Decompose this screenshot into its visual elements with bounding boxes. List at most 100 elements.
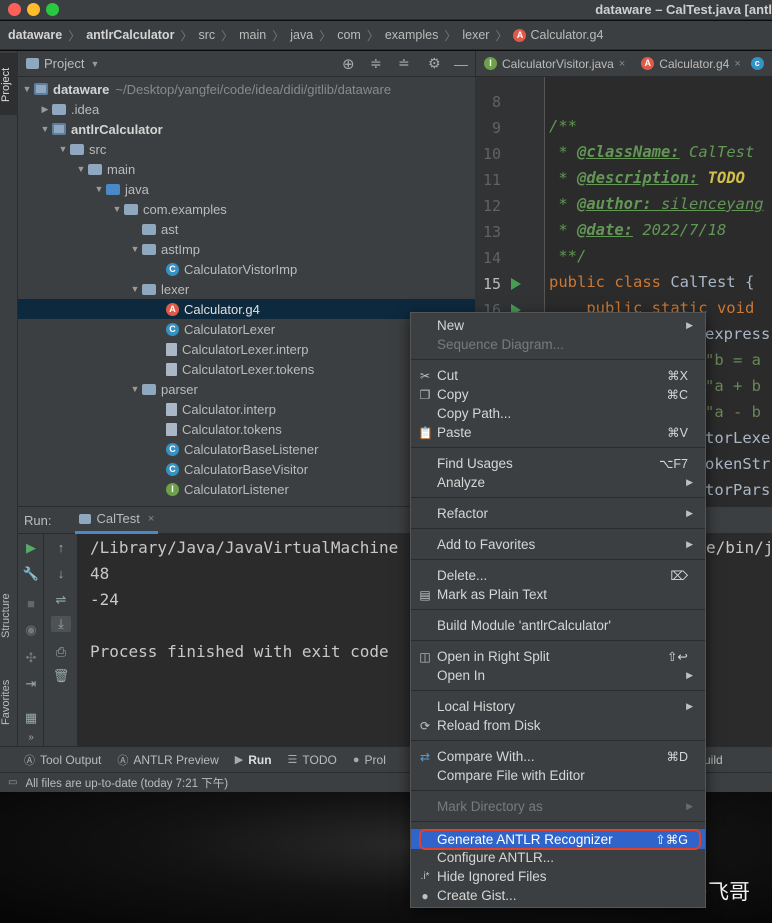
print-icon[interactable]: ⎙ [48,644,74,660]
stop-icon[interactable]: ■ [18,596,44,611]
breadcrumb-item[interactable]: java [290,28,313,42]
menu-item-mark-directory[interactable]: Mark Directory as ▶ [411,797,705,816]
tree-node-root[interactable]: ▼ dataware ~/Desktop/yangfei/code/idea/di… [18,79,475,99]
tree-node-main[interactable]: ▼ main [18,159,475,179]
class-icon: c [750,57,764,70]
tree-node-package[interactable]: ▼ com.examples [18,199,475,219]
tree-node-astimp[interactable]: ▼ astImp [18,239,475,259]
tool-tab-favorites[interactable]: Favorites [0,669,18,735]
breadcrumb-item[interactable]: examples [385,28,439,42]
tree-node-lexer[interactable]: ▼ lexer [18,279,475,299]
menu-item-open-right-split[interactable]: ◫ Open in Right Split ⇧↩ [411,647,705,666]
menu-item-new[interactable]: New ▶ [411,316,705,335]
camera-icon[interactable]: ◉ [18,622,44,638]
more-icon[interactable]: » [18,732,44,743]
tree-node-parser[interactable]: ▼ parser [18,379,475,399]
tab-calculator-g4[interactable]: A Calculator.g4 × [633,51,748,76]
collapse-all-icon[interactable]: ≐ [398,55,410,72]
tree-node-base-listener[interactable]: C CalculatorBaseListener [18,439,475,459]
breadcrumb-item[interactable]: main [239,28,266,42]
menu-item-open-in[interactable]: Open In ▶ [411,666,705,685]
tree-node-base-visitor[interactable]: C CalculatorBaseVisitor [18,459,475,479]
menu-item-copy-path[interactable]: Copy Path... [411,404,705,423]
tree-node-calculator-lexer[interactable]: C CalculatorLexer [18,319,475,339]
exit-icon[interactable]: ⇥ [18,676,44,692]
tab-caltest[interactable]: CalTest × [75,506,159,534]
trash-icon[interactable]: 🗑 [48,668,74,684]
menu-item-sequence-diagram[interactable]: Sequence Diagram... [411,335,705,354]
maximize-window-button[interactable] [46,3,59,16]
menu-item-analyze[interactable]: Analyze ▶ [411,473,705,492]
close-window-button[interactable] [8,3,21,16]
close-icon[interactable]: × [619,58,625,70]
play-icon: ▶ [234,754,244,766]
close-icon[interactable]: × [148,513,154,525]
breadcrumb-item[interactable]: dataware [8,28,62,42]
antlr-preview-tab[interactable]: Ⓐ ANTLR Preview [117,752,218,768]
menu-item-paste[interactable]: 📋 Paste ⌘V [411,423,705,442]
build-tab[interactable]: uild [704,753,723,767]
code-text: /** [549,117,577,135]
close-icon[interactable]: × [734,58,740,70]
chevron-down-icon[interactable]: ▼ [90,59,99,69]
tab-calculator-visitor[interactable]: I CalculatorVisitor.java × [476,51,633,76]
tree-node-lexer-tokens[interactable]: CalculatorLexer.tokens [18,359,475,379]
tree-node-idea[interactable]: ▶ .idea [18,99,475,119]
breadcrumb-item[interactable]: lexer [462,28,489,42]
run-gutter-icon[interactable] [511,278,521,290]
menu-item-add-to-favorites[interactable]: Add to Favorites ▶ [411,535,705,554]
layout-icon[interactable]: ▦ [18,710,44,726]
menu-item-create-gist[interactable]: ● Create Gist... [411,886,705,905]
locate-icon[interactable]: ⊕ [342,55,355,73]
tool-tab-project[interactable]: Project [0,57,18,113]
project-panel-title[interactable]: Project [44,56,84,71]
breadcrumb-item[interactable]: antlrCalculator [86,28,174,42]
tab-more[interactable]: c [749,51,771,76]
menu-item-compare-with[interactable]: ⇄ Compare With... ⌘D [411,747,705,766]
arrow-up-icon[interactable]: ↑ [48,540,74,555]
scroll-to-end-icon[interactable]: ⤓ [51,616,71,632]
expand-all-icon[interactable]: ≑ [370,55,382,72]
menu-item-cut[interactable]: ✂ Cut ⌘X [411,366,705,385]
menu-item-hide-ignored-files[interactable]: .i* Hide Ignored Files [411,867,705,886]
tool-tab-structure[interactable]: Structure [0,581,18,651]
menu-item-compare-editor[interactable]: Compare File with Editor [411,766,705,785]
menu-item-mark-plain-text[interactable]: ▤ Mark as Plain Text [411,585,705,604]
todo-tab[interactable]: ☰ TODO [288,753,337,767]
breadcrumb-item[interactable]: com [337,28,361,42]
hide-panel-icon[interactable]: — [454,56,468,72]
tool-output-tab[interactable]: Ⓐ Tool Output [24,752,101,768]
tree-node-module[interactable]: ▼ antlrCalculator [18,119,475,139]
problems-tab[interactable]: ● Prol [353,753,386,767]
line-number: 11 [482,171,501,189]
tree-node-java[interactable]: ▼ java [18,179,475,199]
minimize-window-button[interactable] [27,3,40,16]
rerun-icon[interactable]: ▶ [18,540,44,556]
gear-icon[interactable]: ⚙ [428,55,441,72]
menu-item-build-module[interactable]: Build Module 'antlrCalculator' [411,616,705,635]
tree-node-calc-interp[interactable]: Calculator.interp [18,399,475,419]
project-panel-header: Project ▼ ⊕ ≑ ≐ ⚙ — [18,51,475,77]
pin-icon[interactable]: ✣ [18,650,44,666]
arrow-down-icon[interactable]: ↓ [48,566,74,581]
tree-node-lexer-interp[interactable]: CalculatorLexer.interp [18,339,475,359]
breadcrumb-item[interactable]: src [198,28,215,42]
status-icon[interactable]: ▭ [8,777,17,788]
wrench-icon[interactable]: 🔧 [18,566,44,582]
breadcrumb-item[interactable]: Calculator.g4 [530,28,603,42]
tree-node-src[interactable]: ▼ src [18,139,475,159]
tree-node-calc-tokens[interactable]: Calculator.tokens [18,419,475,439]
menu-item-delete[interactable]: Delete... ⌦ [411,566,705,585]
tree-node-calculator-g4[interactable]: A Calculator.g4 [18,299,475,319]
menu-item-local-history[interactable]: Local History ▶ [411,697,705,716]
menu-item-reload-from-disk[interactable]: ⟳ Reload from Disk [411,716,705,735]
tree-node-visitor-imp[interactable]: C CalculatorVistorImp [18,259,475,279]
tree-node-listener[interactable]: I CalculatorListener [18,479,475,499]
menu-item-configure-antlr[interactable]: Configure ANTLR... [411,848,705,867]
run-tab[interactable]: ▶ Run [235,753,272,767]
tree-node-ast[interactable]: ast [18,219,475,239]
menu-item-find-usages[interactable]: Find Usages ⌥F7 [411,454,705,473]
soft-wrap-icon[interactable]: ⇌ [48,592,74,608]
menu-item-refactor[interactable]: Refactor ▶ [411,504,705,523]
menu-item-copy[interactable]: ❐ Copy ⌘C [411,385,705,404]
